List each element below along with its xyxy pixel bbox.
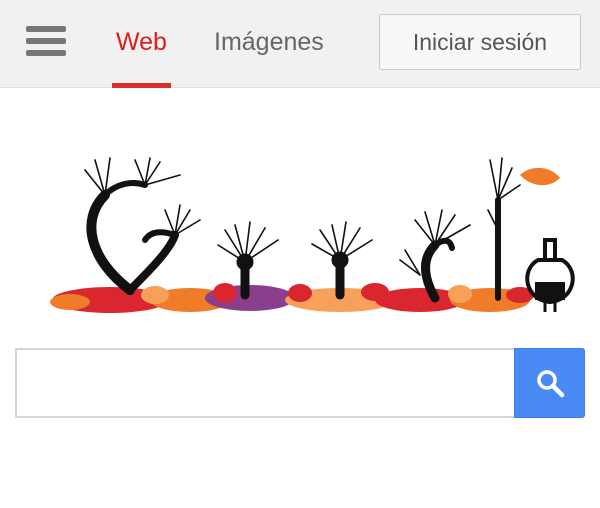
search-icon — [536, 370, 564, 398]
top-bar: Web Imágenes Iniciar sesión — [0, 0, 600, 88]
search-input[interactable] — [15, 348, 515, 418]
search-bar — [15, 348, 585, 418]
tab-web[interactable]: Web — [112, 0, 171, 88]
tab-images[interactable]: Imágenes — [214, 0, 324, 88]
menu-icon-bar — [26, 26, 66, 32]
sign-in-button[interactable]: Iniciar sesión — [379, 14, 581, 70]
menu-icon-bar — [26, 50, 66, 56]
tree-g — [84, 157, 201, 295]
jug-character — [525, 238, 575, 312]
menu-icon[interactable] — [22, 24, 70, 60]
google-doodle[interactable] — [50, 140, 590, 330]
tree-g2 — [399, 209, 471, 303]
tree-l — [487, 157, 521, 301]
search-button[interactable] — [514, 348, 585, 418]
tree-o2 — [311, 221, 373, 300]
menu-icon-bar — [26, 38, 66, 44]
falling-leaf — [520, 167, 560, 186]
